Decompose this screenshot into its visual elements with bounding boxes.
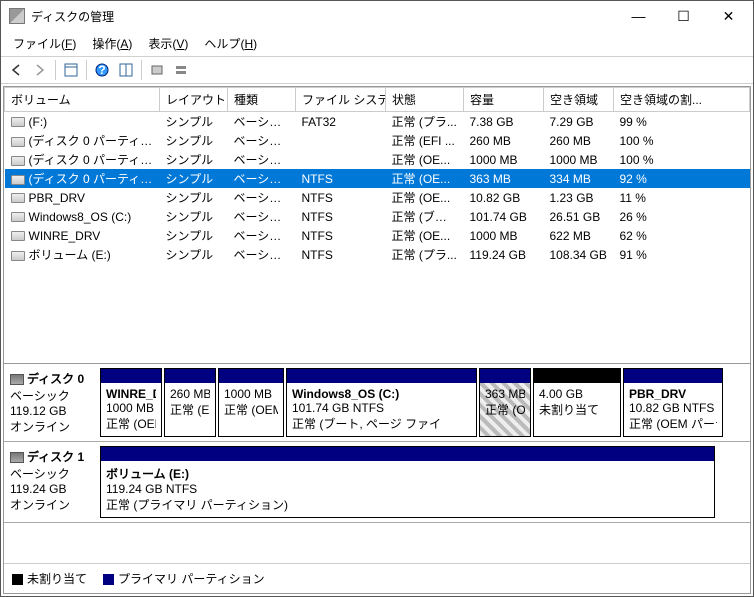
- disk-icon: [11, 193, 25, 203]
- table-row[interactable]: ボリューム (E:)シンプルベーシックNTFS正常 (プラ...119.24 G…: [5, 245, 750, 264]
- titlebar: ディスクの管理 — ☐ ✕: [1, 1, 753, 31]
- menu-view[interactable]: 表示(V): [140, 33, 196, 54]
- volume-list: ボリュームレイアウト種類ファイル システム状態容量空き領域空き領域の割... (…: [4, 87, 750, 363]
- col-header[interactable]: ボリューム: [5, 88, 160, 112]
- disk-icon: [11, 251, 25, 261]
- disk-icon: [11, 175, 25, 185]
- partition[interactable]: ボリューム (E:)119.24 GB NTFS正常 (プライマリ パーティショ…: [100, 446, 715, 518]
- partition[interactable]: Windows8_OS (C:)101.74 GB NTFS正常 (ブート, ペ…: [286, 368, 477, 437]
- disk-icon: [10, 374, 24, 385]
- menubar: ファイル(F) 操作(A) 表示(V) ヘルプ(H): [1, 31, 753, 57]
- legend-unallocated: 未割り当て: [12, 570, 87, 587]
- menu-help[interactable]: ヘルプ(H): [196, 33, 265, 54]
- forward-button[interactable]: [29, 59, 51, 81]
- table-row[interactable]: WINRE_DRVシンプルベーシックNTFS正常 (OE...1000 MB62…: [5, 226, 750, 245]
- partition[interactable]: 260 MB正常 (EFI: [164, 368, 216, 437]
- table-row[interactable]: (ディスク 0 パーティシ...シンプルベーシックNTFS正常 (OE...36…: [5, 169, 750, 188]
- disk-icon: [11, 117, 25, 127]
- table-row[interactable]: (ディスク 0 パーティシ...シンプルベーシック正常 (EFI ...260 …: [5, 131, 750, 150]
- legend: 未割り当て プライマリ パーティション: [4, 563, 750, 593]
- table-row[interactable]: PBR_DRVシンプルベーシックNTFS正常 (OE...10.82 GB1.2…: [5, 188, 750, 207]
- col-header[interactable]: 容量: [464, 88, 544, 112]
- partition[interactable]: PBR_DRV10.82 GB NTFS正常 (OEM パーティ: [623, 368, 723, 437]
- help-button[interactable]: ?: [91, 59, 113, 81]
- table-row[interactable]: (ディスク 0 パーティシ...シンプルベーシック正常 (OE...1000 M…: [5, 150, 750, 169]
- maximize-button[interactable]: ☐: [661, 2, 706, 30]
- svg-text:?: ?: [98, 63, 105, 77]
- col-header[interactable]: 空き領域: [544, 88, 614, 112]
- partition[interactable]: 4.00 GB未割り当て: [533, 368, 621, 437]
- col-header[interactable]: レイアウト: [160, 88, 228, 112]
- app-icon: [9, 8, 25, 24]
- col-header[interactable]: 種類: [228, 88, 296, 112]
- partition[interactable]: 363 MB N正常 (OEM: [479, 368, 531, 437]
- views-button[interactable]: [60, 59, 82, 81]
- col-header[interactable]: ファイル システム: [296, 88, 386, 112]
- minimize-button[interactable]: —: [616, 2, 661, 30]
- window-controls: — ☐ ✕: [616, 2, 751, 30]
- disk-icon: [11, 212, 25, 222]
- properties-button[interactable]: [146, 59, 168, 81]
- disk-graph: ディスク 0ベーシック119.12 GBオンラインWINRE_DRV1000 M…: [4, 363, 750, 593]
- disk-label[interactable]: ディスク 0ベーシック119.12 GBオンライン: [4, 364, 96, 441]
- window-title: ディスクの管理: [31, 8, 616, 25]
- disk-icon: [10, 452, 24, 463]
- disk-icon: [11, 156, 25, 166]
- close-button[interactable]: ✕: [706, 2, 751, 30]
- legend-primary: プライマリ パーティション: [103, 570, 265, 587]
- table-row[interactable]: (F:)シンプルベーシックFAT32正常 (プラ...7.38 GB7.29 G…: [5, 112, 750, 132]
- disk-row: ディスク 1ベーシック119.24 GBオンラインボリューム (E:)119.2…: [4, 442, 750, 523]
- disk-row: ディスク 0ベーシック119.12 GBオンラインWINRE_DRV1000 M…: [4, 364, 750, 442]
- menu-action[interactable]: 操作(A): [84, 33, 140, 54]
- partition[interactable]: 1000 MB正常 (OEM ): [218, 368, 284, 437]
- partition[interactable]: WINRE_DRV1000 MB NT正常 (OEM ): [100, 368, 162, 437]
- content-area: ボリュームレイアウト種類ファイル システム状態容量空き領域空き領域の割... (…: [3, 86, 751, 594]
- disk-label[interactable]: ディスク 1ベーシック119.24 GBオンライン: [4, 442, 96, 522]
- back-button[interactable]: [5, 59, 27, 81]
- settings-button[interactable]: [115, 59, 137, 81]
- disk-icon: [11, 231, 25, 241]
- col-header[interactable]: 空き領域の割...: [614, 88, 750, 112]
- refresh-button[interactable]: [170, 59, 192, 81]
- menu-file[interactable]: ファイル(F): [5, 33, 84, 54]
- table-row[interactable]: Windows8_OS (C:)シンプルベーシックNTFS正常 (ブート...1…: [5, 207, 750, 226]
- col-header[interactable]: 状態: [386, 88, 464, 112]
- toolbar: ?: [1, 57, 753, 84]
- disk-icon: [11, 137, 25, 147]
